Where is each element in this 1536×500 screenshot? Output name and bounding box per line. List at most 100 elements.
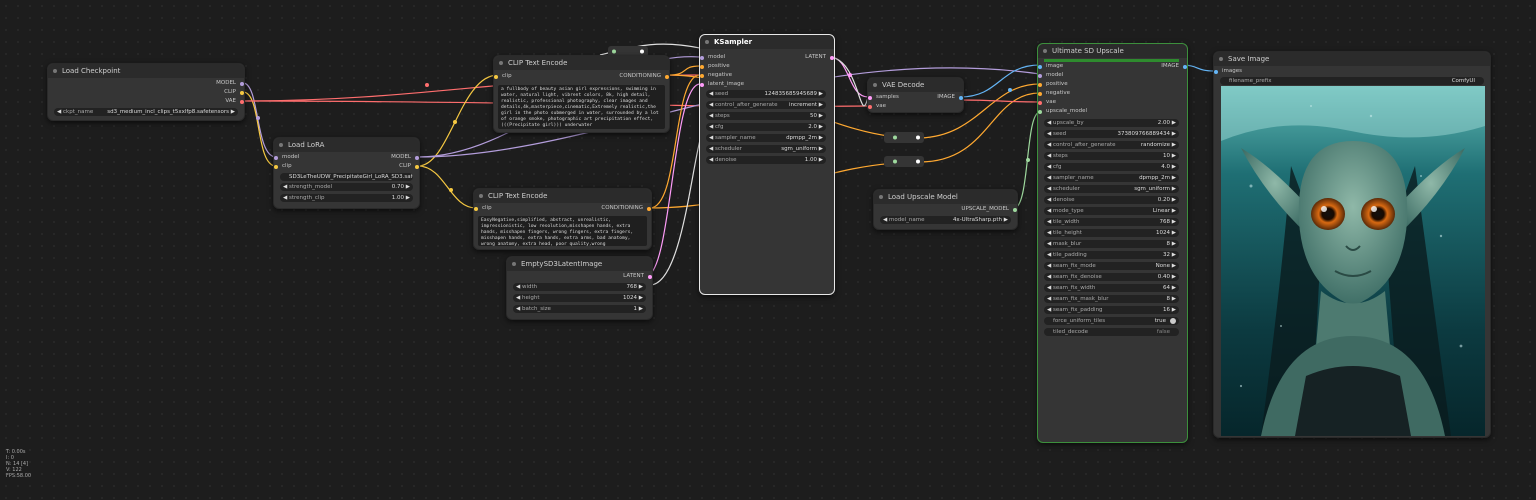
arrow-right-icon[interactable]: ▶ (1172, 218, 1176, 226)
node-title[interactable]: Ultimate SD Upscale (1038, 44, 1187, 58)
upscale-setting-widget[interactable]: ◀ seam_fix_width 64 ▶ (1044, 284, 1179, 292)
input-vae[interactable]: vae (1038, 98, 1056, 107)
arrow-left-icon[interactable]: ◀ (1047, 262, 1051, 270)
input-latent-image[interactable]: latent_image (700, 80, 744, 89)
input-negative[interactable]: negative (700, 71, 732, 80)
arrow-right-icon[interactable]: ▶ (1172, 295, 1176, 303)
arrow-right-icon[interactable]: ▶ (639, 305, 643, 313)
input-model[interactable]: model (700, 53, 725, 62)
arrow-left-icon[interactable]: ◀ (1047, 141, 1051, 149)
slot-dot[interactable] (868, 95, 872, 100)
arrow-left-icon[interactable]: ◀ (1047, 152, 1051, 160)
slot-dot[interactable] (474, 206, 478, 211)
arrow-left-icon[interactable]: ◀ (1047, 185, 1051, 193)
tiled-decode-toggle[interactable]: tiled_decode false (1044, 328, 1179, 336)
node-title[interactable]: CLIP Text Encode (494, 56, 669, 70)
output-model[interactable]: MODEL (351, 153, 419, 162)
arrow-right-icon[interactable]: ▶ (1172, 240, 1176, 248)
arrow-right-icon[interactable]: ▶ (406, 183, 410, 191)
node-clip-text-encode-positive[interactable]: CLIP Text Encode clip CONDITIONING a ful… (493, 55, 670, 133)
slot-dot[interactable] (700, 82, 704, 87)
node-load-lora[interactable]: Load LoRA model clip MODEL CLIP SD3LeThe… (273, 137, 420, 209)
lora-name-combo[interactable]: SD3LeTheUDW_PrecipitateGirl_LoRA_SD3.saf… (280, 173, 413, 181)
arrow-right-icon[interactable]: ▶ (1172, 141, 1176, 149)
arrow-left-icon[interactable]: ◀ (516, 294, 520, 302)
slot-dot[interactable] (494, 74, 498, 79)
node-clip-text-encode-negative[interactable]: CLIP Text Encode clip CONDITIONING EasyN… (473, 188, 652, 250)
input-negative[interactable]: negative (1038, 89, 1070, 98)
node-title[interactable]: VAE Decode (868, 78, 963, 92)
output-latent[interactable]: LATENT (766, 53, 834, 62)
arrow-left-icon[interactable]: ◀ (1047, 251, 1051, 259)
slot-dot[interactable] (1013, 207, 1017, 212)
slot-dot[interactable] (415, 164, 419, 169)
strength-model-widget[interactable]: ◀ strength_model 0.70 ▶ (280, 183, 413, 191)
arrow-right-icon[interactable]: ▶ (1004, 216, 1008, 224)
input-vae[interactable]: vae (868, 102, 886, 111)
slot-dot[interactable] (959, 95, 963, 100)
slot-dot[interactable] (1038, 64, 1042, 69)
upscale-setting-widget[interactable]: ◀ denoise 0.20 ▶ (1044, 196, 1179, 204)
arrow-left-icon[interactable]: ◀ (1047, 196, 1051, 204)
arrow-right-icon[interactable]: ▶ (819, 156, 823, 164)
toggle-knob-icon[interactable] (1170, 318, 1176, 324)
slot-dot[interactable] (274, 155, 278, 160)
sampler-name-widget[interactable]: ◀ sampler_name dpmpp_2m ▶ (706, 134, 826, 142)
arrow-right-icon[interactable]: ▶ (639, 283, 643, 291)
upscale-setting-widget[interactable]: ◀ seam_fix_denoise 0.40 ▶ (1044, 273, 1179, 281)
arrow-left-icon[interactable]: ◀ (709, 101, 713, 109)
arrow-left-icon[interactable]: ◀ (283, 183, 287, 191)
negative-prompt-textarea[interactable]: EasyNegative,simplified, abstract, unrea… (478, 216, 647, 246)
upscale-setting-widget[interactable]: ◀ sampler_name dpmpp_2m ▶ (1044, 174, 1179, 182)
output-clip[interactable]: CLIP (351, 162, 419, 171)
slot-dot[interactable] (1038, 100, 1042, 105)
slot-dot[interactable] (700, 73, 704, 78)
arrow-right-icon[interactable]: ▶ (1172, 163, 1176, 171)
upscale-setting-widget[interactable]: ◀ mask_blur 8 ▶ (1044, 240, 1179, 248)
arrow-left-icon[interactable]: ◀ (1047, 229, 1051, 237)
node-title[interactable]: KSampler (700, 35, 834, 49)
control-after-generate-widget[interactable]: ◀ control_after_generate increment ▶ (706, 101, 826, 109)
arrow-right-icon[interactable]: ▶ (1172, 130, 1176, 138)
arrow-right-icon[interactable]: ▶ (1172, 196, 1176, 204)
arrow-left-icon[interactable]: ◀ (709, 112, 713, 120)
node-title[interactable]: EmptySD3LatentImage (507, 257, 652, 271)
slot-dot[interactable] (415, 155, 419, 160)
slot-dot[interactable] (1183, 64, 1187, 69)
input-upscale-model[interactable]: upscale_model (1038, 107, 1087, 116)
arrow-right-icon[interactable]: ▶ (1172, 251, 1176, 259)
arrow-left-icon[interactable]: ◀ (709, 134, 713, 142)
input-clip[interactable]: clip (274, 162, 292, 171)
arrow-right-icon[interactable]: ▶ (1172, 185, 1176, 193)
arrow-left-icon[interactable]: ◀ (1047, 130, 1051, 138)
node-save-image[interactable]: Save Image images filename_prefix ComfyU… (1213, 51, 1491, 438)
slot-dot[interactable] (1038, 82, 1042, 87)
upscale-setting-widget[interactable]: ◀ seed 373809766889434 ▶ (1044, 130, 1179, 138)
arrow-left-icon[interactable]: ◀ (709, 156, 713, 164)
upscale-setting-widget[interactable]: ◀ steps 10 ▶ (1044, 152, 1179, 160)
arrow-left-icon[interactable]: ◀ (1047, 207, 1051, 215)
steps-widget[interactable]: ◀ steps 50 ▶ (706, 112, 826, 120)
strength-clip-widget[interactable]: ◀ strength_clip 1.00 ▶ (280, 194, 413, 202)
arrow-left-icon[interactable]: ◀ (1047, 284, 1051, 292)
input-samples[interactable]: samples (868, 93, 899, 102)
input-model[interactable]: model (274, 153, 299, 162)
node-load-checkpoint[interactable]: Load Checkpoint MODEL CLIP VAE ◀ ckpt_na… (47, 63, 245, 121)
arrow-right-icon[interactable]: ▶ (819, 112, 823, 120)
upscale-setting-widget[interactable]: ◀ tile_height 1024 ▶ (1044, 229, 1179, 237)
arrow-right-icon[interactable]: ▶ (1172, 174, 1176, 182)
arrow-left-icon[interactable]: ◀ (1047, 295, 1051, 303)
slot-dot[interactable] (1038, 73, 1042, 78)
output-image-preview[interactable] (1221, 86, 1485, 436)
arrow-right-icon[interactable]: ▶ (639, 294, 643, 302)
upscale-setting-widget[interactable]: ◀ seam_fix_mode None ▶ (1044, 262, 1179, 270)
arrow-right-icon[interactable]: ▶ (1172, 207, 1176, 215)
arrow-left-icon[interactable]: ◀ (1047, 273, 1051, 281)
input-model[interactable]: model (1038, 71, 1063, 80)
upscale-setting-widget[interactable]: ◀ tile_width 768 ▶ (1044, 218, 1179, 226)
arrow-right-icon[interactable]: ▶ (1172, 152, 1176, 160)
upscale-setting-widget[interactable]: ◀ seam_fix_padding 16 ▶ (1044, 306, 1179, 314)
filename-prefix-field[interactable]: filename_prefix ComfyUI (1220, 77, 1484, 85)
output-latent[interactable]: LATENT (584, 272, 652, 281)
arrow-right-icon[interactable]: ▶ (1172, 273, 1176, 281)
